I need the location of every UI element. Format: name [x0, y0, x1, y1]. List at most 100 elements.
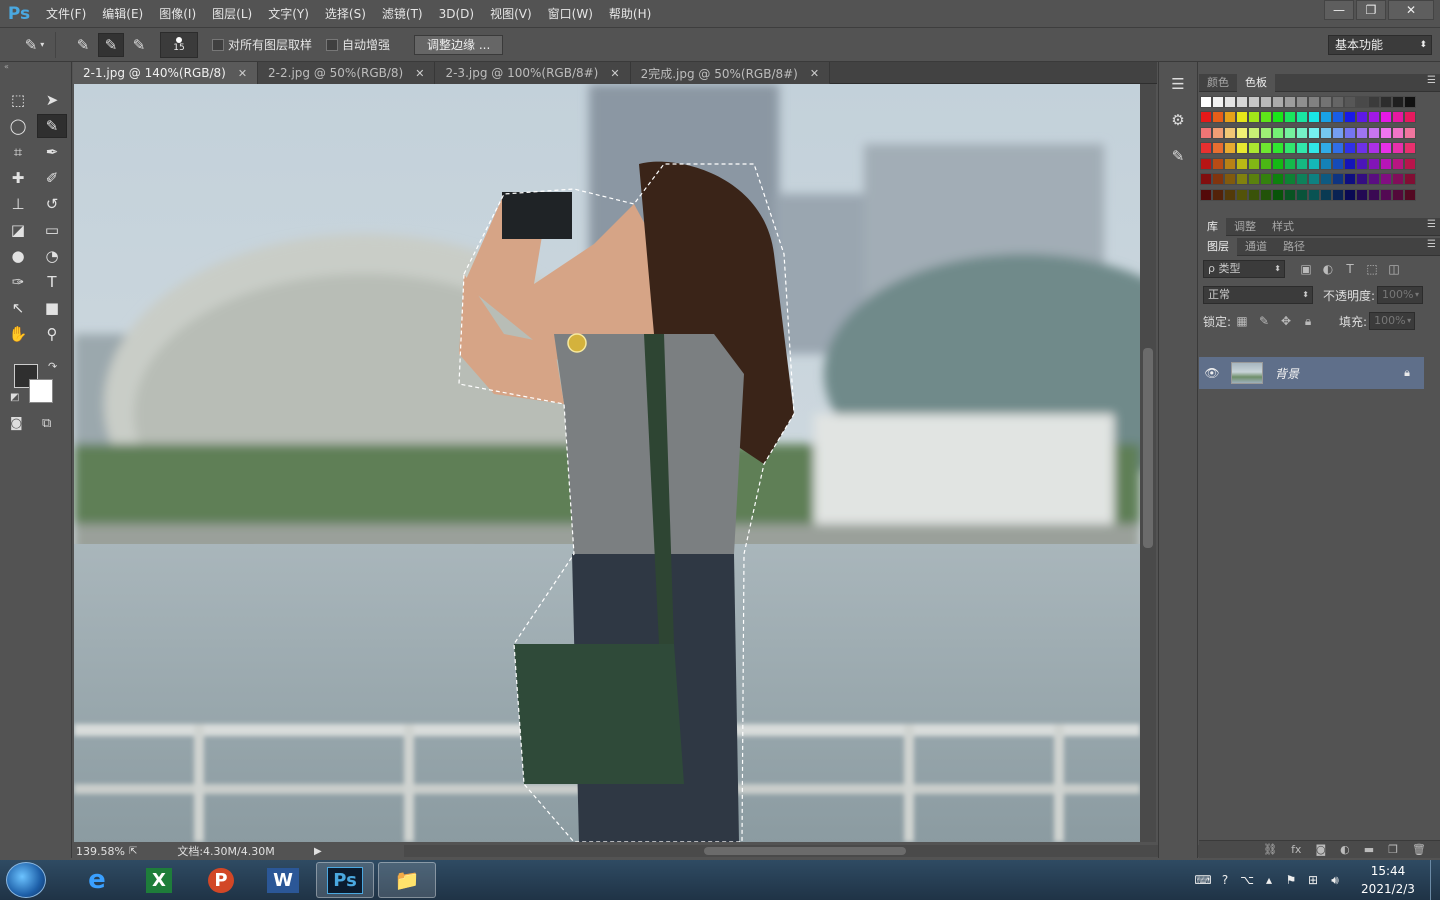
color-swatch[interactable]: [1296, 142, 1308, 155]
color-swatch[interactable]: [1356, 157, 1368, 170]
color-swatch[interactable]: [1368, 126, 1380, 139]
eraser-tool-icon[interactable]: ◪: [3, 218, 33, 242]
close-tab-icon[interactable]: ✕: [810, 67, 819, 80]
color-swatch[interactable]: [1344, 111, 1356, 124]
color-swatch[interactable]: [1236, 96, 1248, 108]
opacity-field[interactable]: 100% ▾: [1377, 286, 1424, 304]
tray-expand-icon[interactable]: ▴: [1258, 873, 1280, 887]
color-swatch[interactable]: [1344, 96, 1356, 108]
brush-panel-icon[interactable]: ✎: [1164, 142, 1192, 170]
color-swatch[interactable]: [1344, 142, 1356, 155]
start-button[interactable]: [6, 862, 46, 898]
color-swatch[interactable]: [1308, 157, 1320, 170]
color-swatch[interactable]: [1308, 142, 1320, 155]
menu-layer[interactable]: 图层(L): [204, 0, 260, 28]
zoom-tool-icon[interactable]: ⚲: [37, 322, 67, 346]
color-swatch[interactable]: [1404, 126, 1416, 139]
panel-menu-icon[interactable]: ☰: [1427, 239, 1436, 250]
restore-button[interactable]: ❐: [1356, 0, 1386, 20]
tab-library[interactable]: 库: [1199, 217, 1226, 236]
color-swatch[interactable]: [1356, 96, 1368, 108]
color-swatch[interactable]: [1320, 111, 1332, 124]
photoshop-taskbar-icon[interactable]: Ps: [327, 866, 363, 894]
color-swatch[interactable]: [1248, 142, 1260, 155]
color-swatch[interactable]: [1200, 111, 1212, 124]
history-brush-icon[interactable]: ↺: [37, 192, 67, 216]
color-swatch[interactable]: [1296, 126, 1308, 139]
crop-tool-icon[interactable]: ⌗: [3, 140, 33, 164]
color-swatch[interactable]: [1224, 142, 1236, 155]
new-selection-icon[interactable]: ✎: [70, 33, 96, 57]
layer-filter-select[interactable]: ρ 类型 ⬍: [1203, 260, 1285, 278]
vertical-scroll-thumb[interactable]: [1143, 348, 1153, 548]
color-swatch[interactable]: [1284, 142, 1296, 155]
color-swatch[interactable]: [1248, 173, 1260, 186]
zoom-level[interactable]: 139.58%: [76, 845, 125, 858]
tab-paths[interactable]: 路径: [1275, 238, 1313, 256]
brush-size-picker[interactable]: 15: [160, 31, 198, 58]
explorer-taskbar-icon[interactable]: 📁: [378, 862, 436, 898]
color-swatch[interactable]: [1272, 111, 1284, 124]
color-swatch[interactable]: [1404, 96, 1416, 108]
ime-icon[interactable]: ⌥: [1236, 873, 1258, 887]
tool-preset-picker[interactable]: ✎ ▾: [14, 31, 56, 58]
add-mask-icon[interactable]: ◙: [1315, 843, 1326, 856]
color-swatch[interactable]: [1332, 188, 1344, 201]
color-swatch[interactable]: [1284, 126, 1296, 139]
lock-position-icon[interactable]: ✥: [1275, 314, 1297, 328]
visibility-eye-icon[interactable]: 👁︎: [1199, 366, 1225, 380]
close-tab-icon[interactable]: ✕: [610, 67, 619, 80]
color-swatch[interactable]: [1296, 173, 1308, 186]
color-swatch[interactable]: [1224, 157, 1236, 170]
color-swatch[interactable]: [1212, 173, 1224, 186]
color-swatch[interactable]: [1212, 96, 1224, 108]
color-swatch[interactable]: [1344, 188, 1356, 201]
color-swatch[interactable]: [1212, 142, 1224, 155]
color-swatch[interactable]: [1332, 142, 1344, 155]
lock-all-icon[interactable]: 🔒︎: [1297, 314, 1319, 329]
color-swatch[interactable]: [1332, 96, 1344, 108]
color-swatch[interactable]: [1320, 126, 1332, 139]
sample-all-layers-checkbox[interactable]: [212, 38, 224, 51]
excel-taskbar-icon[interactable]: X: [146, 867, 172, 893]
color-swatch[interactable]: [1332, 111, 1344, 124]
add-to-selection-icon[interactable]: ✎: [98, 32, 124, 57]
color-swatch[interactable]: [1296, 111, 1308, 124]
color-swatch[interactable]: [1320, 96, 1332, 108]
menu-filter[interactable]: 滤镜(T): [374, 0, 431, 28]
color-swatch[interactable]: [1260, 142, 1272, 155]
dodge-tool-icon[interactable]: ◔: [37, 244, 67, 268]
auto-enhance-checkbox[interactable]: [326, 38, 339, 51]
tab-color[interactable]: 颜色: [1199, 74, 1237, 92]
color-swatch[interactable]: [1272, 188, 1284, 201]
color-swatch[interactable]: [1392, 157, 1404, 170]
color-swatch[interactable]: [1332, 126, 1344, 139]
color-swatch[interactable]: [1224, 173, 1236, 186]
color-swatch[interactable]: [1308, 188, 1320, 201]
menu-window[interactable]: 窗口(W): [540, 0, 601, 28]
rectangle-tool-icon[interactable]: ■: [37, 296, 67, 320]
color-swatch[interactable]: [1272, 157, 1284, 170]
default-colors-icon[interactable]: ◩: [10, 392, 19, 403]
color-swatch[interactable]: [1356, 188, 1368, 201]
color-swatch[interactable]: [1224, 111, 1236, 124]
fill-field[interactable]: 100% ▾: [1369, 312, 1416, 330]
color-swatch[interactable]: [1236, 111, 1248, 124]
marquee-tool-icon[interactable]: ⬚: [3, 88, 33, 112]
color-swatch[interactable]: [1368, 188, 1380, 201]
color-swatch[interactable]: [1392, 173, 1404, 186]
link-layers-icon[interactable]: ⛓: [1263, 843, 1277, 856]
color-swatch[interactable]: [1380, 126, 1392, 139]
menu-select[interactable]: 选择(S): [317, 0, 374, 28]
clock[interactable]: 15:44 2021/2/3: [1352, 862, 1424, 898]
network-icon[interactable]: ⊞: [1302, 873, 1324, 887]
show-desktop-button[interactable]: [1430, 860, 1440, 900]
color-swatch[interactable]: [1224, 126, 1236, 139]
color-swatch[interactable]: [1272, 96, 1284, 108]
color-swatch[interactable]: [1224, 96, 1236, 108]
color-swatch[interactable]: [1248, 96, 1260, 108]
color-swatch[interactable]: [1284, 188, 1296, 201]
layer-row-background[interactable]: 👁︎ 背景 🔒︎: [1199, 357, 1424, 389]
color-swatch[interactable]: [1212, 157, 1224, 170]
color-swatch[interactable]: [1404, 188, 1416, 201]
